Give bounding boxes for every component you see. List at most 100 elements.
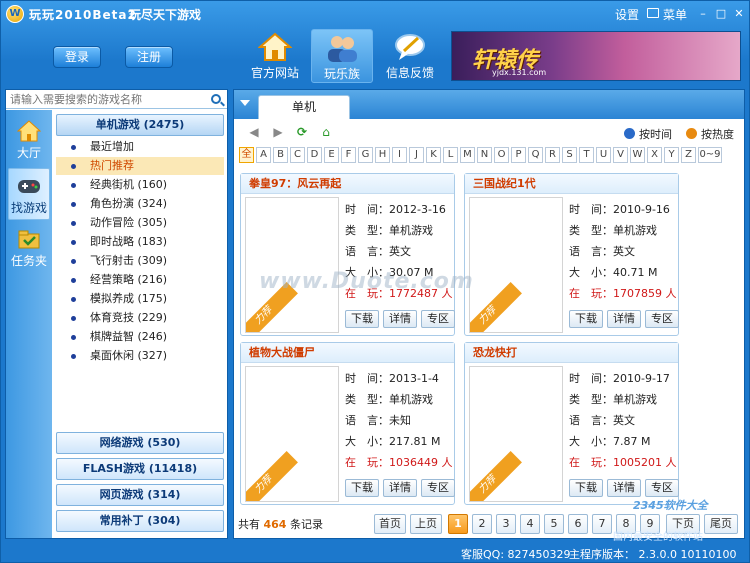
nav-play-club[interactable]: 玩乐族 <box>311 29 373 83</box>
letter-filter-item[interactable]: W <box>630 147 645 163</box>
prev-page-button[interactable]: 上页 <box>410 514 442 534</box>
category-item[interactable]: 飞行射击 (309) <box>56 252 224 270</box>
page-number-button[interactable]: 6 <box>568 514 588 534</box>
refresh-icon[interactable]: ⟳ <box>296 126 308 138</box>
letter-filter-item[interactable]: D <box>307 147 322 163</box>
letter-filter-item[interactable]: P <box>511 147 526 163</box>
letter-filter-item[interactable]: S <box>562 147 577 163</box>
game-thumbnail[interactable]: 力荐 <box>245 366 339 502</box>
tab-standalone[interactable]: 单机 <box>258 95 350 119</box>
detail-button[interactable]: 详情 <box>383 479 417 497</box>
download-button[interactable]: 下载 <box>569 479 603 497</box>
game-thumbnail[interactable]: 力荐 <box>469 366 563 502</box>
category-item[interactable]: 热门推荐 <box>56 157 224 175</box>
letter-filter-item[interactable]: 0~9 <box>698 147 722 163</box>
zone-button[interactable]: 专区 <box>421 310 455 328</box>
letter-filter-item[interactable]: N <box>477 147 492 163</box>
login-button[interactable]: 登录 <box>53 46 101 68</box>
letter-filter-item[interactable]: X <box>647 147 662 163</box>
category-flash[interactable]: FLASH游戏 (11418) <box>56 458 224 480</box>
settings-button[interactable]: 设置 <box>615 6 639 23</box>
forward-icon[interactable]: ▶ <box>272 126 284 138</box>
game-title[interactable]: 恐龙快打 <box>465 343 678 363</box>
first-page-button[interactable]: 首页 <box>374 514 406 534</box>
letter-filter-item[interactable]: T <box>579 147 594 163</box>
letter-filter-item[interactable]: B <box>273 147 288 163</box>
ad-banner[interactable]: 轩辕传 yjdx.131.com <box>451 31 741 81</box>
letter-filter-item[interactable]: A <box>256 147 271 163</box>
last-page-button[interactable]: 尾页 <box>704 514 738 534</box>
back-icon[interactable]: ◀ <box>248 126 260 138</box>
game-title[interactable]: 三国战纪1代 <box>465 174 678 194</box>
category-patches[interactable]: 常用补丁 (304) <box>56 510 224 532</box>
letter-filter-item[interactable]: G <box>358 147 373 163</box>
zone-button[interactable]: 专区 <box>645 310 679 328</box>
letter-filter-item[interactable]: L <box>443 147 458 163</box>
page-number-button[interactable]: 4 <box>520 514 540 534</box>
letter-filter-item[interactable]: Y <box>664 147 679 163</box>
menu-icon[interactable] <box>647 8 659 18</box>
category-item[interactable]: 经典街机 (160) <box>56 176 224 194</box>
game-card[interactable]: 拳皇97：风云再起 力荐时 间：2012-3-16 类 型：单机游戏语 言：英文大 … <box>240 173 455 336</box>
letter-filter-item[interactable]: J <box>409 147 424 163</box>
side-nav-task-folder[interactable]: 任务夹 <box>8 222 50 274</box>
download-button[interactable]: 下载 <box>345 479 379 497</box>
letter-filter-item[interactable]: Z <box>681 147 696 163</box>
detail-button[interactable]: 详情 <box>607 310 641 328</box>
letter-filter-item[interactable]: V <box>613 147 628 163</box>
letter-filter-item[interactable]: R <box>545 147 560 163</box>
game-thumbnail[interactable]: 力荐 <box>245 197 339 333</box>
letter-filter-item[interactable]: C <box>290 147 305 163</box>
page-number-button[interactable]: 3 <box>496 514 516 534</box>
category-item[interactable]: 体育竞技 (229) <box>56 309 224 327</box>
search-input[interactable] <box>6 90 227 109</box>
download-button[interactable]: 下载 <box>569 310 603 328</box>
page-number-button[interactable]: 7 <box>592 514 612 534</box>
search-icon[interactable] <box>211 94 221 104</box>
letter-filter-item[interactable]: O <box>494 147 509 163</box>
detail-button[interactable]: 详情 <box>383 310 417 328</box>
category-item[interactable]: 棋牌益智 (246) <box>56 328 224 346</box>
letter-filter-item[interactable]: H <box>375 147 390 163</box>
letter-filter-item[interactable]: E <box>324 147 339 163</box>
letter-filter-item[interactable]: I <box>392 147 407 163</box>
side-nav-lobby[interactable]: 大厅 <box>8 114 50 166</box>
letter-filter-item[interactable]: U <box>596 147 611 163</box>
category-item[interactable]: 角色扮演 (324) <box>56 195 224 213</box>
category-standalone[interactable]: 单机游戏 (2475) <box>56 114 224 136</box>
sort-by-popularity[interactable]: 按热度 <box>686 126 734 142</box>
game-title[interactable]: 拳皇97：风云再起 <box>241 174 454 194</box>
page-number-button[interactable]: 1 <box>448 514 468 534</box>
letter-filter-item[interactable]: F <box>341 147 356 163</box>
category-item[interactable]: 经营策略 (216) <box>56 271 224 289</box>
minimize-icon[interactable]: – <box>697 8 709 20</box>
game-card[interactable]: 三国战纪1代 力荐 时 间：2010-9-16 类 型：单机游戏语 言：英文大 小：4… <box>464 173 679 336</box>
zone-button[interactable]: 专区 <box>421 479 455 497</box>
nav-official-site[interactable]: 官方网站 <box>244 29 306 83</box>
tab-dropdown-icon[interactable] <box>240 100 250 106</box>
game-thumbnail[interactable]: 力荐 <box>469 197 563 333</box>
menu-button[interactable]: 菜单 <box>663 6 687 23</box>
letter-filter-item[interactable]: 全 <box>239 147 254 163</box>
category-item[interactable]: 桌面休闲 (327) <box>56 347 224 365</box>
letter-filter-item[interactable]: K <box>426 147 441 163</box>
download-button[interactable]: 下载 <box>345 310 379 328</box>
register-button[interactable]: 注册 <box>125 46 173 68</box>
sort-by-time[interactable]: 按时间 <box>624 126 672 142</box>
side-nav-find-games[interactable]: 找游戏 <box>8 168 50 220</box>
page-number-button[interactable]: 2 <box>472 514 492 534</box>
close-icon[interactable]: ✕ <box>733 8 745 20</box>
page-number-button[interactable]: 5 <box>544 514 564 534</box>
category-item[interactable]: 最近增加 <box>56 138 224 156</box>
detail-button[interactable]: 详情 <box>607 479 641 497</box>
nav-feedback[interactable]: 信息反馈 <box>379 29 441 83</box>
game-title[interactable]: 植物大战僵尸 <box>241 343 454 363</box>
maximize-icon[interactable]: □ <box>715 8 727 20</box>
home-icon[interactable]: ⌂ <box>320 126 332 138</box>
category-web[interactable]: 网页游戏 (314) <box>56 484 224 506</box>
category-item[interactable]: 即时战略 (183) <box>56 233 224 251</box>
zone-button[interactable]: 专区 <box>645 479 679 497</box>
game-card[interactable]: 恐龙快打 力荐 时 间：2010-9-17 类 型：单机游戏语 言：英文大 小：7.8… <box>464 342 679 505</box>
game-card[interactable]: 植物大战僵尸 力荐 时 间：2013-1-4 类 型：单机游戏语 言：未知大 小：21… <box>240 342 455 505</box>
letter-filter-item[interactable]: M <box>460 147 475 163</box>
